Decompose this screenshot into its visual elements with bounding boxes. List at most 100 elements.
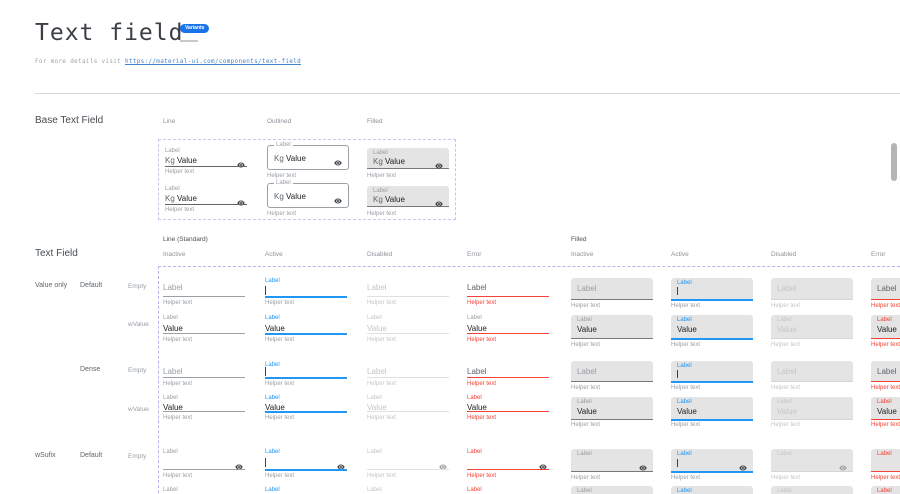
helper-text: Helper text: [367, 415, 396, 422]
field-underline: [467, 469, 549, 470]
field-label: Label: [274, 142, 293, 149]
state-header: Error: [467, 251, 481, 258]
state-header: Active: [671, 251, 689, 258]
outlined-box: LabelKg Value: [267, 183, 349, 208]
field-value: Kg Value: [373, 195, 405, 204]
field-label: Label: [577, 399, 592, 406]
helper-text: Helper text: [367, 337, 396, 344]
field-label: Label: [163, 449, 178, 456]
helper-text: Helper text: [265, 300, 294, 307]
visibility-icon: [334, 154, 342, 162]
state-header: Inactive: [163, 251, 185, 258]
field-placeholder: Label: [577, 367, 597, 376]
visibility-icon: [337, 458, 345, 466]
field-label: Label: [163, 395, 178, 402]
field-label: Label: [367, 449, 382, 456]
field-label: Label: [467, 449, 482, 456]
visibility-icon: [439, 458, 447, 466]
field-underline: [265, 411, 347, 413]
outlined-box: Label Kg Value: [267, 145, 349, 170]
filled-box: LabelValue: [671, 397, 753, 421]
helper-text: Helper text: [163, 337, 192, 344]
visibility-icon: [237, 194, 245, 202]
scrollbar-thumb[interactable]: [891, 143, 897, 181]
field-value: Value: [467, 324, 487, 333]
field-placeholder: Label: [777, 284, 797, 293]
helper-text: Helper text: [871, 422, 900, 429]
state-header: Disabled: [771, 251, 796, 258]
helper-text: Helper text: [571, 475, 600, 482]
field-underline: [163, 469, 245, 470]
filled-box: Label: [871, 449, 900, 472]
design-canvas: Text field Variants For more details vis…: [0, 0, 900, 494]
field-value: Kg Value: [165, 156, 197, 165]
legend-label: Default: [80, 452, 102, 459]
field-placeholder: Label: [577, 284, 597, 293]
legend-label: Empty: [128, 453, 146, 460]
field-underline: [467, 377, 549, 378]
legend-label: Value only: [35, 282, 67, 289]
field-value: Value: [577, 325, 597, 334]
helper-text: Helper text: [571, 422, 600, 429]
field-label: Label: [777, 451, 792, 458]
field-underline: [163, 377, 245, 378]
page-title: Text field: [35, 20, 183, 46]
helper-text: Helper text: [771, 422, 800, 429]
field-value: Kg Value: [274, 154, 306, 163]
field-underline: [367, 377, 449, 378]
base-section-title: Base Text Field: [35, 115, 103, 126]
helper-text: Helper text: [265, 337, 294, 344]
helper-text: Helper text: [367, 300, 396, 307]
state-header: Active: [265, 251, 283, 258]
field-underline: [367, 333, 449, 334]
legend-label: wValue: [128, 321, 149, 328]
helper-text: Helper text: [467, 415, 496, 422]
field-label: Label: [367, 395, 382, 402]
helper-text: Helper text: [165, 169, 194, 176]
field-placeholder: Label: [163, 367, 183, 376]
helper-text: Helper text: [265, 381, 294, 388]
text-caret: [677, 287, 678, 295]
subtitle: For more details visit https://material-…: [35, 58, 301, 65]
field-label: Label: [877, 317, 892, 324]
filled-box: Label: [571, 449, 653, 472]
filled-box: LabelValue: [671, 315, 753, 340]
matrix-section-title: Text Field: [35, 248, 78, 259]
helper-text: Helper text: [267, 173, 296, 180]
field-label: Label: [265, 278, 280, 285]
field-label: Label: [274, 180, 293, 187]
helper-text: Helper text: [771, 475, 800, 482]
helper-text: Helper text: [367, 473, 396, 480]
doc-link[interactable]: https://material-ui.com/components/text-…: [125, 58, 301, 65]
legend-label: Dense: [80, 366, 100, 373]
filled-box: LabelValue: [771, 397, 853, 420]
field-underline: [265, 377, 347, 379]
field-underline: [367, 411, 449, 412]
field-value: Value: [677, 325, 697, 334]
text-caret: [265, 286, 266, 295]
helper-text: Helper text: [467, 381, 496, 388]
field-underline: [163, 411, 245, 412]
field-label: Label: [265, 449, 280, 456]
filled-box: Label: [571, 361, 653, 382]
header-divider: [35, 93, 900, 94]
field-underline: [165, 204, 247, 205]
base-column-header: Line: [163, 118, 175, 125]
field-label: Label: [777, 488, 792, 494]
helper-text: Helper text: [367, 211, 396, 218]
helper-text: Helper text: [671, 303, 700, 310]
visibility-icon: [237, 156, 245, 164]
field-label: Label: [777, 399, 792, 406]
helper-text: Helper text: [467, 473, 496, 480]
field-label: Label: [777, 317, 792, 324]
legend-label: Default: [80, 282, 102, 289]
field-underline: [467, 296, 549, 297]
field-label: Label: [163, 487, 178, 494]
filled-box: LabelKg Value: [367, 148, 449, 169]
field-label: Label: [877, 451, 892, 458]
filled-box: LabelValue: [871, 397, 900, 420]
field-placeholder: Label: [163, 283, 183, 292]
field-label: Label: [373, 188, 388, 195]
filled-box: LabelValue: [871, 315, 900, 339]
helper-text: Helper text: [571, 385, 600, 392]
